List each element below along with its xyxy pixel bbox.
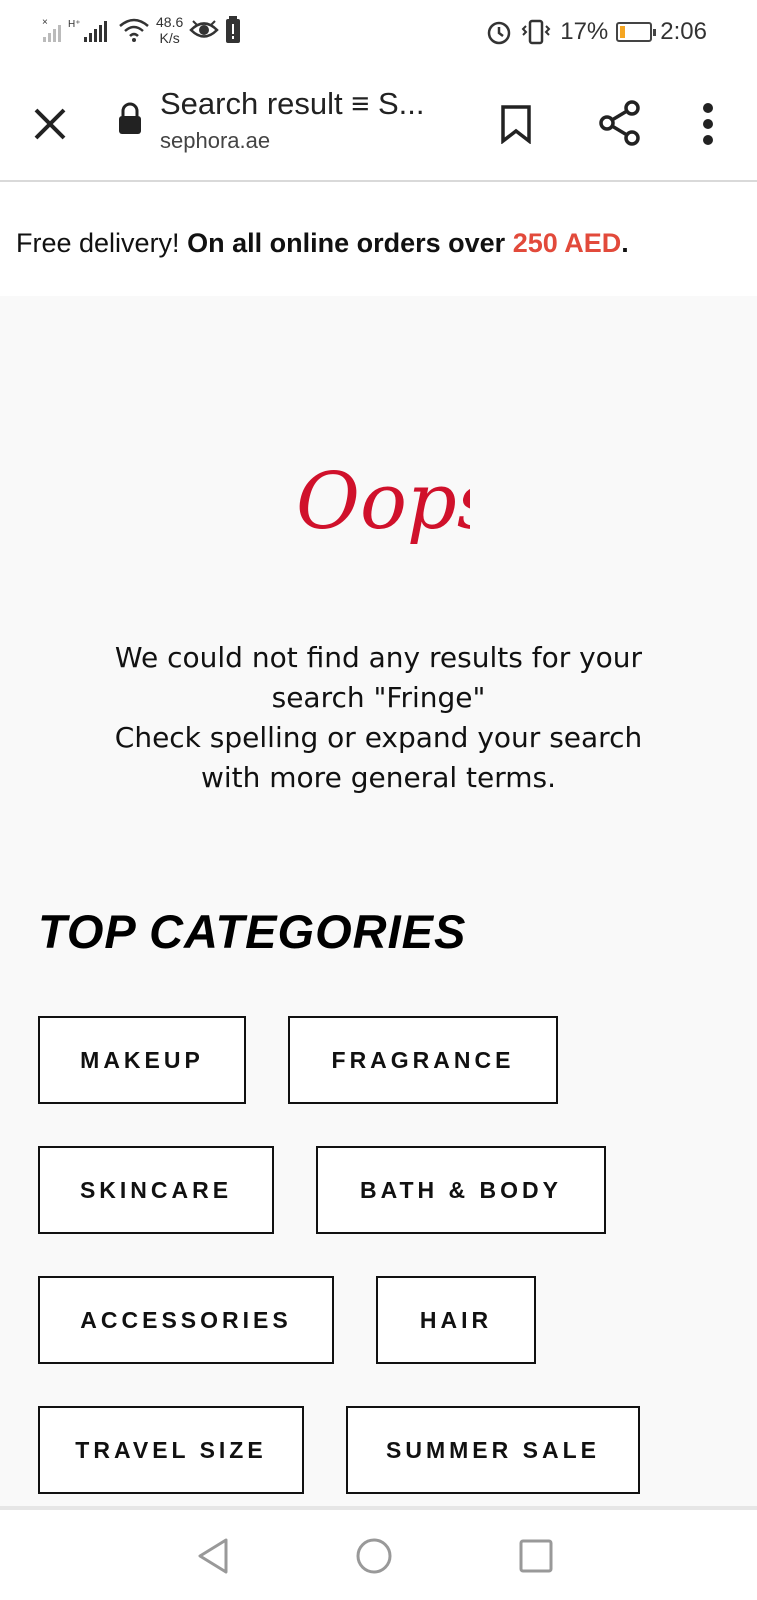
category-travel-size[interactable]: TRAVEL SIZE: [38, 1406, 304, 1494]
home-icon[interactable]: [354, 1536, 394, 1576]
lock-icon: [119, 102, 141, 134]
page-title: Search result ≡ S...: [160, 86, 425, 121]
message-line-3: Check spelling or expand your search: [114, 721, 643, 754]
promo-amount: 250 AED: [512, 228, 622, 258]
search-results-content: Oops We could not find any results for y…: [0, 296, 757, 1506]
category-bath-body[interactable]: BATH & BODY: [316, 1146, 606, 1234]
battery-percent: 17%: [560, 18, 609, 45]
promo-text: Free delivery! On all online orders over…: [16, 228, 629, 259]
recents-icon[interactable]: [516, 1536, 556, 1576]
category-accessories[interactable]: ACCESSORIES: [38, 1276, 334, 1364]
network-speed-unit: K/s: [159, 30, 180, 46]
svg-text:×: ×: [42, 17, 48, 28]
close-icon[interactable]: [30, 104, 70, 144]
category-makeup[interactable]: MAKEUP: [38, 1016, 246, 1104]
oops-heading: Oops: [296, 457, 470, 547]
back-icon[interactable]: [194, 1536, 234, 1576]
status-bar: × H⁺ 48.6 K/s 17% 2:06: [0, 0, 757, 64]
browser-toolbar: Search result ≡ S... sephora.ae: [0, 64, 757, 182]
system-nav-bar: [0, 1506, 757, 1600]
no-results-message: We could not find any results for your s…: [40, 638, 717, 798]
page-title-block[interactable]: Search result ≡ S... sephora.ae: [160, 86, 460, 154]
eye-icon: [189, 20, 220, 38]
category-summer-sale[interactable]: SUMMER SALE: [346, 1406, 640, 1494]
message-line-1: We could not find any results for your: [114, 641, 643, 674]
clock-time: 2:06: [660, 18, 707, 45]
message-line-4: with more general terms.: [200, 761, 557, 794]
more-vert-icon[interactable]: [698, 102, 718, 146]
promo-body: On all online orders over: [187, 228, 506, 258]
category-skincare[interactable]: SKINCARE: [38, 1146, 274, 1234]
signal-icon: × H⁺: [42, 17, 107, 42]
bookmark-icon[interactable]: [498, 104, 534, 144]
network-speed-value: 48.6: [156, 14, 184, 30]
category-hair[interactable]: HAIR: [376, 1276, 536, 1364]
network-type-label: H⁺: [68, 19, 81, 30]
status-left: × H⁺ 48.6 K/s: [40, 14, 241, 46]
alarm-icon: [487, 21, 511, 45]
battery-icon: [616, 22, 657, 42]
page-url: sephora.ae: [160, 128, 271, 153]
oops-text: Oops: [296, 457, 470, 547]
vibrate-icon: [521, 19, 551, 45]
battery-fill: [620, 26, 626, 38]
top-categories-title: TOP CATEGORIES: [38, 905, 467, 958]
wifi-icon: [119, 18, 149, 42]
battery-alert-icon: [226, 16, 241, 43]
status-right: 17% 2:06: [486, 18, 707, 46]
promo-lead: Free delivery!: [16, 228, 180, 258]
promo-banner[interactable]: Free delivery! On all online orders over…: [0, 184, 757, 296]
message-line-2: search "Fringe": [271, 681, 486, 714]
promo-end: .: [621, 228, 629, 258]
category-fragrance[interactable]: FRAGRANCE: [288, 1016, 558, 1104]
network-speed: 48.6 K/s: [156, 14, 183, 46]
share-icon[interactable]: [598, 100, 642, 146]
